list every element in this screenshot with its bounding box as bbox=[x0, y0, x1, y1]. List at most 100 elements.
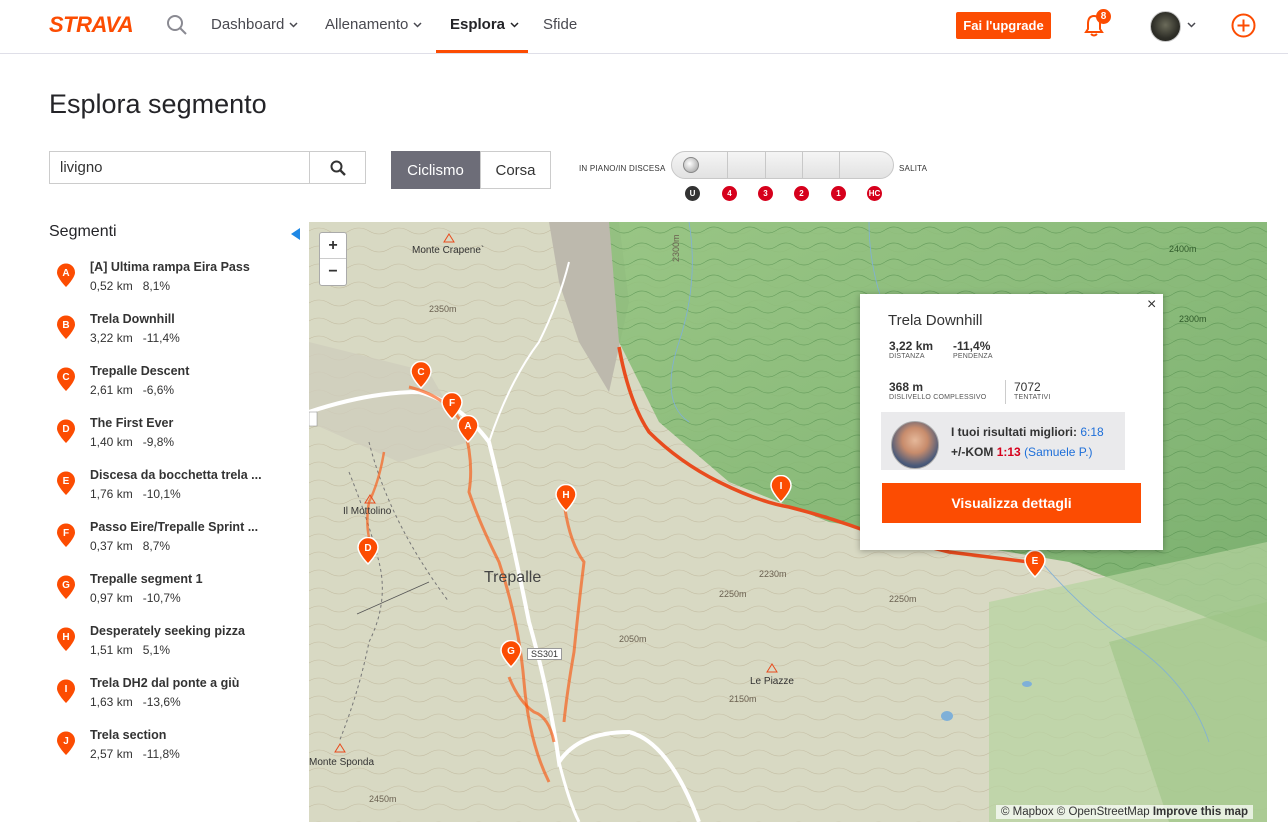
segment-marker-icon: H bbox=[57, 627, 75, 651]
map-place-label: Le Piazze bbox=[750, 676, 794, 687]
chevron-down-icon[interactable] bbox=[1187, 22, 1196, 28]
map-marker-icon[interactable]: D bbox=[357, 537, 379, 565]
segment-name[interactable]: Trepalle segment 1 bbox=[90, 572, 203, 586]
segment-grade: -11,4% bbox=[142, 331, 180, 345]
svg-text:2300m: 2300m bbox=[1179, 314, 1207, 324]
avatar[interactable] bbox=[1150, 11, 1181, 42]
segment-name[interactable]: Trela Downhill bbox=[90, 312, 175, 326]
segment-marker-icon: B bbox=[57, 315, 75, 339]
popup-title[interactable]: Trela Downhill bbox=[888, 312, 982, 329]
kom-holder-link[interactable]: (Samuele P.) bbox=[1024, 445, 1092, 459]
svg-text:C: C bbox=[62, 372, 69, 383]
map-marker-icon[interactable]: H bbox=[555, 484, 577, 512]
segment-name[interactable]: Passo Eire/Trepalle Sprint ... bbox=[90, 520, 258, 534]
svg-text:C: C bbox=[417, 367, 424, 378]
zoom-in-button[interactable]: + bbox=[320, 233, 346, 259]
svg-text:D: D bbox=[364, 543, 371, 554]
popup-attempts: 7072 bbox=[1014, 380, 1041, 394]
segment-name[interactable]: Trela section bbox=[90, 728, 166, 742]
segment-list-item[interactable]: I Trela DH2 dal ponte a giù 1,63 km -13,… bbox=[56, 676, 296, 721]
search-button[interactable] bbox=[309, 151, 366, 184]
climb-category-badge[interactable]: 3 bbox=[758, 186, 773, 201]
svg-text:2150m: 2150m bbox=[729, 694, 757, 704]
segment-name[interactable]: [A] Ultima rampa Eira Pass bbox=[90, 260, 250, 274]
cycling-button[interactable]: Ciclismo bbox=[391, 151, 480, 189]
map-marker-icon[interactable]: E bbox=[1024, 550, 1046, 578]
running-button[interactable]: Corsa bbox=[480, 151, 551, 189]
improve-map-link[interactable]: Improve this map bbox=[1153, 806, 1248, 818]
svg-text:F: F bbox=[449, 398, 455, 409]
climb-category-badge[interactable]: U bbox=[685, 186, 700, 201]
segment-search-input[interactable] bbox=[49, 151, 310, 184]
best-result-time[interactable]: 6:18 bbox=[1080, 425, 1103, 439]
svg-text:2230m: 2230m bbox=[759, 569, 787, 579]
popup-attempts-label: TENTATIVI bbox=[1014, 394, 1051, 401]
upgrade-button[interactable]: Fai l'upgrade bbox=[956, 12, 1051, 39]
segment-grade: -10,7% bbox=[142, 591, 181, 605]
zoom-out-button[interactable]: − bbox=[320, 259, 346, 285]
nav-training[interactable]: Allenamento bbox=[325, 16, 422, 33]
svg-text:H: H bbox=[562, 490, 569, 501]
svg-text:2250m: 2250m bbox=[889, 594, 917, 604]
map-marker-icon[interactable]: G bbox=[500, 640, 522, 668]
map-marker-icon[interactable]: I bbox=[770, 475, 792, 503]
chevron-down-icon bbox=[413, 21, 422, 28]
segment-name[interactable]: Desperately seeking pizza bbox=[90, 624, 245, 638]
segment-marker-icon: D bbox=[57, 419, 75, 443]
svg-text:2050m: 2050m bbox=[619, 634, 647, 644]
segment-name[interactable]: Trepalle Descent bbox=[90, 364, 189, 378]
segment-list-item[interactable]: J Trela section 2,57 km -11,8% bbox=[56, 728, 296, 773]
climb-category-badge[interactable]: 4 bbox=[722, 186, 737, 201]
segment-stats: 1,76 km -10,1% bbox=[90, 487, 181, 501]
climb-category-badge[interactable]: HC bbox=[867, 186, 882, 201]
map-marker-icon[interactable]: A bbox=[457, 415, 479, 443]
segment-name[interactable]: Trela DH2 dal ponte a giù bbox=[90, 676, 239, 690]
segment-stats: 2,57 km -11,8% bbox=[90, 747, 180, 761]
best-result-label: I tuoi risultati migliori: bbox=[951, 425, 1077, 439]
attribution-text[interactable]: © Mapbox © OpenStreetMap bbox=[1001, 806, 1150, 818]
add-circle-icon[interactable] bbox=[1231, 13, 1256, 38]
svg-text:E: E bbox=[1032, 556, 1039, 567]
notification-count-badge: 8 bbox=[1096, 9, 1111, 24]
view-details-button[interactable]: Visualizza dettagli bbox=[882, 483, 1141, 523]
svg-text:J: J bbox=[63, 736, 69, 747]
climb-category-badge[interactable]: 1 bbox=[831, 186, 846, 201]
nav-training-label: Allenamento bbox=[325, 16, 409, 33]
segment-name[interactable]: The First Ever bbox=[90, 416, 173, 430]
segment-name[interactable]: Discesa da bocchetta trela ... bbox=[90, 468, 262, 482]
segment-grade: -9,8% bbox=[142, 435, 175, 449]
map-marker-icon[interactable]: C bbox=[410, 361, 432, 389]
segment-marker-icon: E bbox=[57, 471, 75, 495]
svg-text:A: A bbox=[62, 268, 69, 279]
segment-grade: 8,7% bbox=[142, 539, 171, 553]
kom-label: +/-KOM bbox=[951, 445, 994, 459]
search-icon[interactable] bbox=[166, 14, 188, 36]
svg-text:E: E bbox=[63, 476, 70, 487]
strava-logo[interactable]: STRAVA bbox=[49, 12, 134, 38]
segment-list-item[interactable]: G Trepalle segment 1 0,97 km -10,7% bbox=[56, 572, 296, 617]
nav-challenges[interactable]: Sfide bbox=[543, 16, 577, 33]
segment-list-item[interactable]: F Passo Eire/Trepalle Sprint ... 0,37 km… bbox=[56, 520, 296, 565]
popup-elevation: 368 m bbox=[889, 380, 924, 394]
svg-text:A: A bbox=[464, 421, 471, 432]
segment-list-item[interactable]: A [A] Ultima rampa Eira Pass 0,52 km 8,1… bbox=[56, 260, 296, 305]
popup-divider bbox=[1005, 380, 1006, 404]
nav-challenges-label: Sfide bbox=[543, 16, 578, 33]
nav-explore[interactable]: Esplora bbox=[450, 16, 519, 33]
segment-grade: -11,8% bbox=[142, 747, 180, 761]
slider-handle[interactable] bbox=[683, 157, 699, 173]
climb-category-slider[interactable] bbox=[671, 151, 894, 179]
collapse-panel-icon[interactable] bbox=[291, 228, 300, 240]
segment-stats: 0,37 km 8,7% bbox=[90, 539, 170, 553]
segment-list-item[interactable]: C Trepalle Descent 2,61 km -6,6% bbox=[56, 364, 296, 409]
nav-dashboard[interactable]: Dashboard bbox=[211, 16, 298, 33]
segment-grade: -6,6% bbox=[142, 383, 175, 397]
segment-list-item[interactable]: B Trela Downhill 3,22 km -11,4% bbox=[56, 312, 296, 357]
climb-category-badge[interactable]: 2 bbox=[794, 186, 809, 201]
close-icon[interactable]: × bbox=[1147, 296, 1156, 314]
zoom-control: + − bbox=[319, 232, 347, 286]
segment-list-item[interactable]: D The First Ever 1,40 km -9,8% bbox=[56, 416, 296, 461]
segment-list-item[interactable]: E Discesa da bocchetta trela ... 1,76 km… bbox=[56, 468, 296, 513]
segment-list-item[interactable]: H Desperately seeking pizza 1,51 km 5,1% bbox=[56, 624, 296, 669]
slider-tick bbox=[839, 151, 840, 179]
